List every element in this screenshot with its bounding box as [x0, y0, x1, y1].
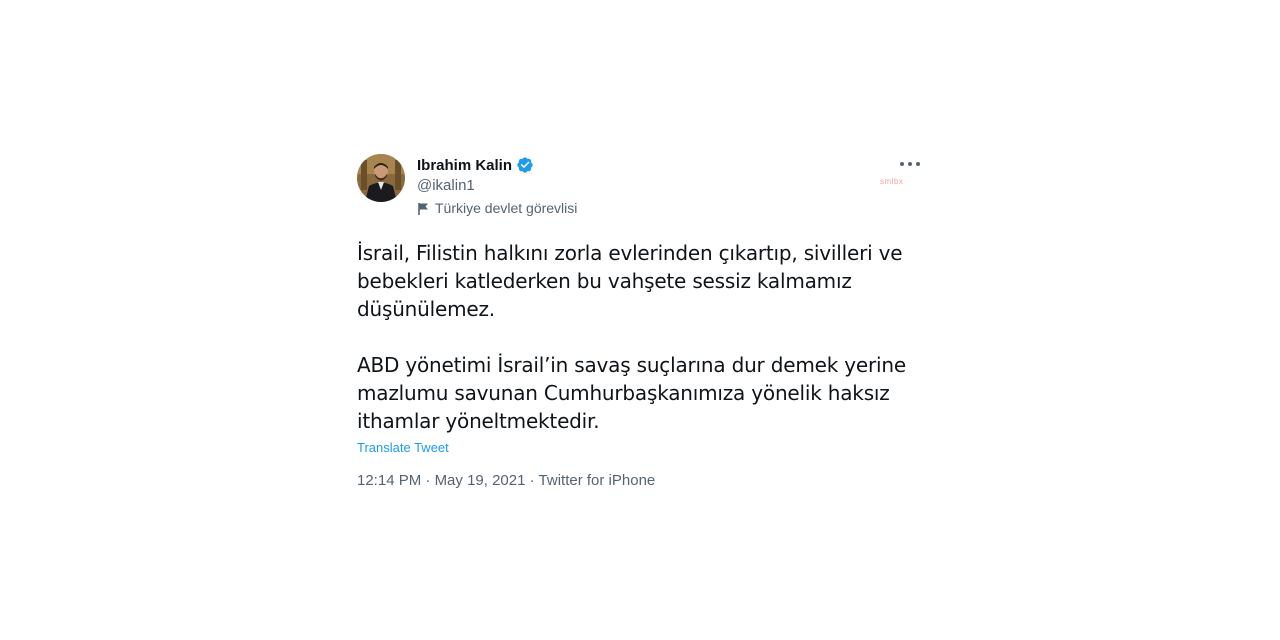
tweet-text-line: bebekleri katlederken bu vahşete sessiz … — [357, 269, 852, 293]
tweet-time[interactable]: 12:14 PM — [357, 472, 421, 489]
display-name[interactable]: Ibrahim Kalin — [417, 157, 512, 174]
separator: · — [525, 472, 539, 489]
tweet-text: İsrail, Filistin halkını zorla evlerinde… — [357, 239, 923, 435]
separator: · — [421, 472, 435, 489]
account-label-text: Türkiye devlet görevlisi — [435, 200, 578, 216]
avatar[interactable] — [357, 154, 405, 202]
tweet-text-line: ithamlar yöneltmektedir. — [357, 409, 600, 433]
tweet-text-line: mazlumu savunan Cumhurbaşkanımıza yöneli… — [357, 381, 890, 405]
translate-tweet-link[interactable]: Translate Tweet — [357, 440, 449, 455]
account-label: Türkiye devlet görevlisi — [417, 200, 577, 216]
flag-icon — [417, 201, 430, 215]
watermark: smlbx — [880, 177, 904, 186]
profile-photo-icon — [357, 154, 405, 202]
tweet-text-line: İsrail, Filistin halkını zorla evlerinde… — [357, 241, 903, 265]
author-handle[interactable]: @ikalin1 — [417, 177, 475, 194]
tweet-card: Ibrahim Kalin @ikalin1 Türkiye devlet gö… — [357, 151, 923, 496]
verified-badge-icon — [516, 156, 534, 174]
tweet-text-line: ABD yönetimi İsrail’in savaş suçlarına d… — [357, 353, 906, 377]
author-name-row[interactable]: Ibrahim Kalin — [417, 155, 534, 175]
tweet-source[interactable]: Twitter for iPhone — [539, 472, 656, 489]
tweet-text-line: düşünülemez. — [357, 297, 495, 321]
tweet-date[interactable]: May 19, 2021 — [435, 472, 526, 489]
tweet-metadata: 12:14 PM · May 19, 2021 · Twitter for iP… — [357, 472, 655, 489]
more-options-icon[interactable] — [900, 157, 920, 171]
